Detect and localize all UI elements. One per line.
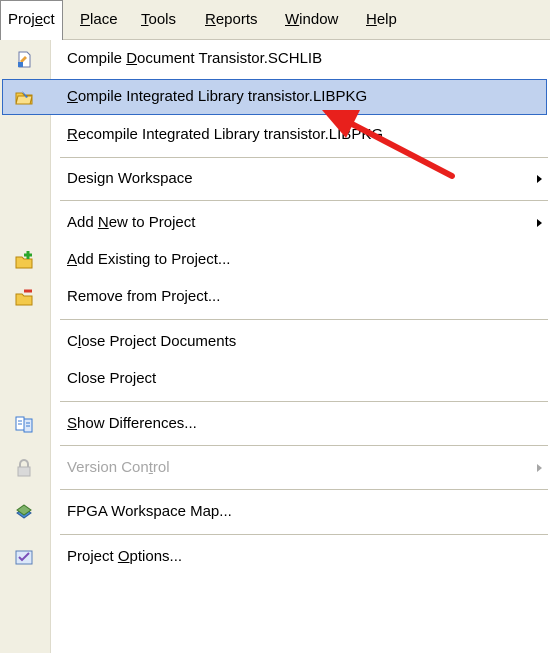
menu-item-fpga-workspace-map[interactable]: FPGA Workspace Map...: [0, 493, 550, 531]
mnemonic: N: [97, 214, 109, 231]
menubar-help[interactable]: Help: [359, 0, 404, 40]
menu-item-compile-integrated-library[interactable]: Compile Integrated Library transistor.LI…: [0, 78, 550, 116]
compile-document-icon: [14, 49, 34, 69]
label-part: Project: [67, 548, 118, 565]
menubar-reports[interactable]: Reports: [198, 0, 265, 40]
label-part: rol: [152, 459, 170, 476]
menubar-window[interactable]: Window: [278, 0, 345, 40]
show-differences-icon: [14, 414, 34, 434]
menu-item-show-differences[interactable]: Show Differences...: [0, 405, 550, 443]
label-part: ptions...: [129, 548, 183, 565]
menubar-project-label-a: Proj: [8, 11, 35, 28]
label-part: Version Con: [67, 459, 149, 476]
lock-icon: [14, 458, 34, 478]
menubar-reports-mnemonic: R: [205, 11, 216, 28]
menu-item-label: Project Options...: [67, 538, 182, 576]
mnemonic: D: [126, 50, 138, 67]
mnemonic: S: [67, 415, 78, 432]
menubar-reports-label-b: eports: [215, 11, 258, 28]
menu-item-label: Remove from Project...: [67, 278, 220, 316]
label-part: ew to Project: [108, 214, 196, 231]
menubar-project-mnemonic: e: [34, 11, 44, 28]
menubar-project-label-b: ct: [43, 11, 55, 28]
menubar-project[interactable]: Project: [0, 0, 63, 40]
menu-item-recompile-integrated-library[interactable]: Recompile Integrated Library transistor.…: [0, 116, 550, 154]
menu-item-label: Add New to Project: [67, 204, 195, 242]
label-part: dd Existing to Project...: [77, 251, 231, 268]
label-part: Remove from Project...: [67, 288, 221, 305]
menu-item-label: Close Project Documents: [67, 323, 236, 361]
menubar-tools[interactable]: Tools: [134, 0, 183, 40]
remove-from-project-icon: [14, 287, 34, 307]
menu-separator: [60, 401, 548, 402]
label-part: C: [67, 333, 78, 350]
menu-separator: [60, 319, 548, 320]
menubar-tools-label-b: ools: [148, 11, 177, 28]
menu-separator: [60, 534, 548, 535]
menubar-help-label-b: elp: [376, 11, 397, 28]
label-part: how Differences...: [77, 415, 197, 432]
menu-item-label: Show Differences...: [67, 405, 197, 443]
menubar-place-label-b: lace: [90, 11, 118, 28]
menu-item-label: Compile Integrated Library transistor.LI…: [67, 78, 367, 116]
mnemonic: C: [67, 88, 78, 105]
menu-separator: [60, 200, 548, 201]
menubar-tools-mnemonic: T: [141, 11, 149, 28]
menu-item-label: Compile Document Transistor.SCHLIB: [67, 40, 322, 78]
label-part: FPGA Workspace Map...: [67, 503, 232, 520]
menu-item-label: Close Project: [67, 360, 156, 398]
project-options-icon: [14, 547, 34, 567]
label-part: Design Workspace: [67, 170, 193, 187]
mnemonic: A: [67, 251, 78, 268]
label-part: ompile Integrated Library transistor.LIB…: [77, 88, 368, 105]
menu-item-label: FPGA Workspace Map...: [67, 493, 232, 531]
label-part: ose Project Documents: [81, 333, 237, 350]
menu-item-label: Design Workspace: [67, 160, 193, 198]
menu-item-label: Add Existing to Project...: [67, 241, 230, 279]
menubar-window-label-b: indow: [299, 11, 339, 28]
add-existing-icon: [14, 250, 34, 270]
menubar-help-mnemonic: H: [366, 11, 377, 28]
menu-item-close-project-documents[interactable]: Close Project Documents: [0, 323, 550, 361]
menu-item-label: Version Control: [67, 449, 170, 487]
submenu-arrow-icon: [537, 175, 542, 183]
label-part: Add: [67, 214, 98, 231]
menu-item-label: Recompile Integrated Library transistor.…: [67, 116, 383, 154]
menu-item-remove-from-project[interactable]: Remove from Project...: [0, 278, 550, 316]
label-part: ocument Transistor.SCHLIB: [137, 50, 323, 67]
compile-library-icon: [14, 87, 34, 107]
menu-item-project-options[interactable]: Project Options...: [0, 538, 550, 576]
menu-item-version-control: Version Control: [0, 449, 550, 487]
label-part: Compile: [67, 50, 127, 67]
label-part: ecompile Integrated Library transistor.L…: [77, 126, 383, 143]
menu-item-design-workspace[interactable]: Design Workspace: [0, 160, 550, 198]
mnemonic: R: [67, 126, 78, 143]
menubar-window-mnemonic: W: [285, 11, 300, 28]
menu-item-add-existing-to-project[interactable]: Add Existing to Project...: [0, 241, 550, 279]
label-part: Close Project: [67, 370, 157, 387]
mnemonic: O: [117, 548, 130, 565]
project-dropdown-menu: Compile Document Transistor.SCHLIB Compi…: [0, 40, 550, 653]
menu-bar: Project Place Tools Reports Window Help: [0, 0, 550, 40]
menubar-place-mnemonic: P: [80, 11, 91, 28]
menu-item-close-project[interactable]: Close Project: [0, 360, 550, 398]
submenu-arrow-icon: [537, 464, 542, 472]
menu-separator: [60, 489, 548, 490]
submenu-arrow-icon: [537, 219, 542, 227]
menu-item-compile-document[interactable]: Compile Document Transistor.SCHLIB: [0, 40, 550, 78]
menu-separator: [60, 445, 548, 446]
menu-separator: [60, 157, 548, 158]
menu-item-add-new-to-project[interactable]: Add New to Project: [0, 204, 550, 242]
menubar-place[interactable]: Place: [73, 0, 125, 40]
fpga-map-icon: [14, 502, 34, 522]
